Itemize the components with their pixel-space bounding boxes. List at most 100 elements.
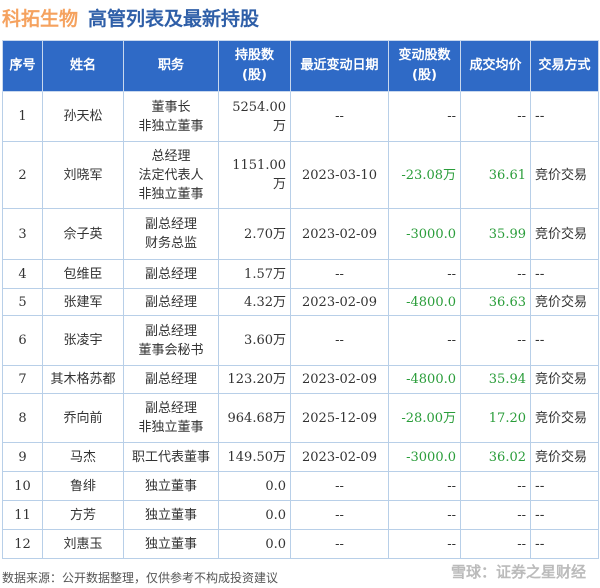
role-line: 副总经理 (144, 217, 197, 232)
page-title: 科拓生物 高管列表及最新持股 (2, 4, 259, 31)
role-line: 非独立董事 (138, 420, 204, 435)
executives-table: 序号 姓名 职务 持股数 (股) 最近变动日期 变动股数 (股) 成交均价 交易方式 1 孙天松… (2, 40, 599, 559)
shares-cell: 123.20万 (218, 365, 291, 394)
role-line: 财务总监 (144, 236, 197, 251)
price-cell: 35.99 (460, 208, 531, 260)
column-header: 序号 (2, 40, 43, 92)
change-cell: -- (388, 91, 461, 142)
table-row: 2 刘晓军 总经理 法定代表人 非独立董事 1151.00万 2023-03-10 -23.0… (2, 141, 599, 209)
price-cell: -- (460, 315, 531, 366)
date-cell: -- (290, 529, 389, 559)
name-cell: 佘子英 (42, 208, 124, 260)
price-cell: 17.20 (460, 393, 531, 443)
row-number: 9 (2, 442, 43, 472)
price-cell: -- (460, 529, 531, 559)
price-cell: 36.63 (460, 288, 531, 316)
row-number: 6 (2, 315, 43, 366)
role-cell: 副总经理 (123, 259, 219, 289)
role-cell: 副总经理 (123, 365, 219, 394)
column-header: 成交均价 (460, 40, 531, 92)
shares-cell: 3.60万 (218, 315, 291, 366)
role-line: 独立董事 (144, 536, 197, 552)
shares-cell: 0.0 (218, 500, 291, 530)
role-cell: 独立董事 (123, 471, 219, 501)
change-cell: -- (388, 259, 461, 289)
shares-cell: 2.70万 (218, 208, 291, 260)
role-line: 副总经理 (144, 323, 197, 339)
date-cell: 2023-02-09 (290, 442, 389, 472)
change-cell: -- (388, 529, 461, 559)
role-cell: 副总经理 非独立董事 (123, 393, 219, 443)
name-cell: 乔向前 (42, 393, 124, 443)
shares-cell: 5254.00万 (218, 91, 291, 142)
change-cell: -- (388, 500, 461, 530)
role-line: 职工代表董事 (131, 449, 210, 465)
role-line: 非独立董事 (138, 186, 204, 202)
method-cell: 竞价交易 (530, 141, 599, 209)
method-cell: 竞价交易 (530, 442, 599, 472)
role-line: 董事长 (151, 99, 191, 115)
table-header: 序号 姓名 职务 持股数 (股) 最近变动日期 变动股数 (股) 成交均价 交易方式 (2, 40, 599, 92)
change-cell: -4800.0 (388, 365, 461, 394)
column-header: 最近变动日期 (290, 40, 389, 92)
table-row: 4 包维臣 副总经理 1.57万 -- -- -- -- (2, 259, 599, 289)
name-cell: 鲁绯 (42, 471, 124, 501)
source-note: 数据来源：公开数据整理，仅供参考不构成投资建议 (2, 571, 279, 585)
table-row: 11 方芳 独立董事 0.0 -- -- -- -- (2, 500, 599, 530)
method-cell: -- (530, 529, 599, 559)
method-cell: -- (530, 500, 599, 530)
role-line: 非独立董事 (138, 118, 204, 134)
change-cell: -- (388, 315, 461, 366)
name-cell: 方芳 (42, 500, 124, 530)
table-row: 10 鲁绯 独立董事 0.0 -- -- -- -- (2, 471, 599, 501)
date-cell: 2023-03-10 (290, 141, 389, 209)
role-cell: 总经理 法定代表人 非独立董事 (123, 141, 219, 209)
shares-cell: 149.50万 (218, 442, 291, 472)
role-cell: 独立董事 (123, 529, 219, 559)
change-cell: -- (388, 471, 461, 501)
role-cell: 职工代表董事 (123, 442, 219, 472)
method-cell: -- (530, 315, 599, 366)
role-line: 副总经理 (144, 294, 197, 310)
table-row: 3 佘子英 副总经理 财务总监 2.70万 2023-02-09 -3000.0 35.99 竞… (2, 208, 599, 260)
change-cell: -28.00万 (388, 393, 461, 443)
method-cell: 竞价交易 (530, 208, 599, 260)
column-header: 职务 (123, 40, 219, 92)
date-cell: -- (290, 500, 389, 530)
date-cell: 2023-02-09 (290, 288, 389, 316)
row-number: 7 (2, 365, 43, 394)
column-header: 交易方式 (530, 40, 599, 92)
row-number: 1 (2, 91, 43, 142)
name-cell: 刘晓军 (42, 141, 124, 209)
change-cell: -4800.0 (388, 288, 461, 316)
table-row: 1 孙天松 董事长 非独立董事 5254.00万 -- -- -- -- (2, 91, 599, 142)
price-cell: -- (460, 500, 531, 530)
date-cell: -- (290, 259, 389, 289)
role-line: 董事会秘书 (138, 342, 204, 358)
column-header: 姓名 (42, 40, 124, 92)
method-cell: 竞价交易 (530, 393, 599, 443)
watermark: 雪球：证券之星财经 (450, 563, 586, 581)
table-row: 6 张凌宇 副总经理 董事会秘书 3.60万 -- -- -- -- (2, 315, 599, 366)
shares-cell: 0.0 (218, 529, 291, 559)
name-cell: 包维臣 (42, 259, 124, 289)
method-cell: 竞价交易 (530, 288, 599, 316)
row-number: 4 (2, 259, 43, 289)
role-cell: 副总经理 (123, 288, 219, 316)
price-cell: 35.94 (460, 365, 531, 394)
table-row: 8 乔向前 副总经理 非独立董事 964.68万 2025-12-09 -28.00万 17.… (2, 393, 599, 443)
role-line: 独立董事 (144, 507, 197, 523)
table-row: 7 其木格苏都 副总经理 123.20万 2023-02-09 -4800.0 35.94 竞… (2, 365, 599, 394)
role-line: 副总经理 (144, 401, 197, 416)
change-cell: -23.08万 (388, 141, 461, 209)
shares-cell: 1.57万 (218, 259, 291, 289)
date-cell: 2025-12-09 (290, 393, 389, 443)
change-cell: -3000.0 (388, 442, 461, 472)
name-cell: 张凌宇 (42, 315, 124, 366)
name-cell: 张建军 (42, 288, 124, 316)
method-cell: -- (530, 471, 599, 501)
row-number: 5 (2, 288, 43, 316)
column-header: 持股数 (股) (218, 40, 291, 92)
row-number: 10 (2, 471, 43, 501)
role-line: 总经理 (151, 148, 191, 164)
